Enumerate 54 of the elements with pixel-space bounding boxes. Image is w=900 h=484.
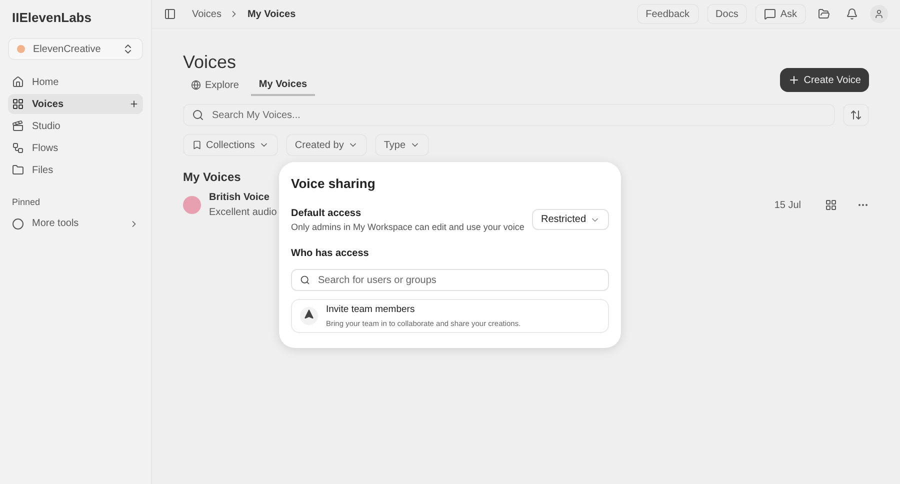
chevrons-icon (122, 43, 134, 55)
add-icon (129, 99, 139, 109)
voice-date: 15 Jul (774, 198, 801, 212)
avatar[interactable] (870, 5, 888, 23)
bookmark-icon (192, 140, 202, 150)
sidebar-item[interactable]: Files (8, 160, 143, 180)
plus-icon (788, 74, 800, 86)
globe-icon (191, 80, 201, 90)
breadcrumb-current: My Voices (247, 8, 296, 22)
voice-avatar (183, 196, 201, 214)
workspace-selector[interactable]: ElevenCreative (8, 38, 143, 60)
sidebar-item[interactable]: Studio (8, 116, 143, 136)
search-icon (192, 109, 204, 121)
search-input[interactable]: Search My Voices... (212, 108, 826, 122)
filter-button[interactable]: Created by (286, 134, 367, 156)
who-has-access-label: Who has access (291, 247, 370, 261)
access-select[interactable]: Restricted (532, 209, 609, 230)
logo: IIElevenLabs (11, 9, 92, 22)
section-title: My Voices (183, 169, 241, 186)
page-title: Voices (183, 51, 236, 74)
default-access-text: Only admins in My Workspace can edit and use your voice (291, 220, 526, 234)
dialog-title: Voice sharing (291, 175, 376, 193)
chat-icon (764, 8, 776, 20)
voice-description: Excellent audio (209, 206, 277, 220)
filter-button[interactable]: Collections (183, 134, 278, 156)
create-voice-button[interactable]: Create Voice (780, 68, 869, 92)
tab[interactable]: Explore (183, 74, 247, 96)
send-icon (300, 307, 318, 325)
sort-button[interactable] (843, 104, 869, 126)
collection-icon[interactable] (825, 199, 837, 211)
sidebar-item[interactable]: Flows (8, 138, 143, 158)
topbar-button[interactable]: Feedback (636, 4, 699, 24)
bell-icon[interactable] (846, 8, 858, 20)
default-access-label: Default access (291, 206, 362, 220)
sidebar-toggle-icon[interactable] (164, 8, 176, 20)
search-icon (300, 275, 310, 285)
circle-icon (12, 218, 24, 230)
topbar-button[interactable]: Docs (706, 4, 748, 24)
user-search-input[interactable]: Search for users or groups (318, 272, 600, 288)
sort-icon (850, 109, 862, 121)
user-search-field[interactable]: Search for users or groups (291, 269, 609, 291)
topbar-button[interactable]: Ask (755, 4, 806, 24)
folder-icon[interactable] (818, 8, 830, 20)
sidebar-item[interactable]: Home (8, 72, 143, 92)
invite-title: Invite team members (326, 303, 416, 318)
more-tools-item[interactable]: More tools (8, 214, 143, 234)
workspace-name: ElevenCreative (33, 42, 102, 56)
sidebar-item[interactable]: Voices (8, 94, 143, 114)
search-field[interactable]: Search My Voices... (183, 104, 835, 126)
breadcrumb-link[interactable]: Voices (192, 6, 222, 22)
pinned-heading: Pinned (11, 196, 42, 209)
voice-name: British Voice (209, 191, 270, 205)
tab[interactable]: My Voices (250, 74, 316, 96)
filter-button[interactable]: Type (374, 134, 429, 156)
